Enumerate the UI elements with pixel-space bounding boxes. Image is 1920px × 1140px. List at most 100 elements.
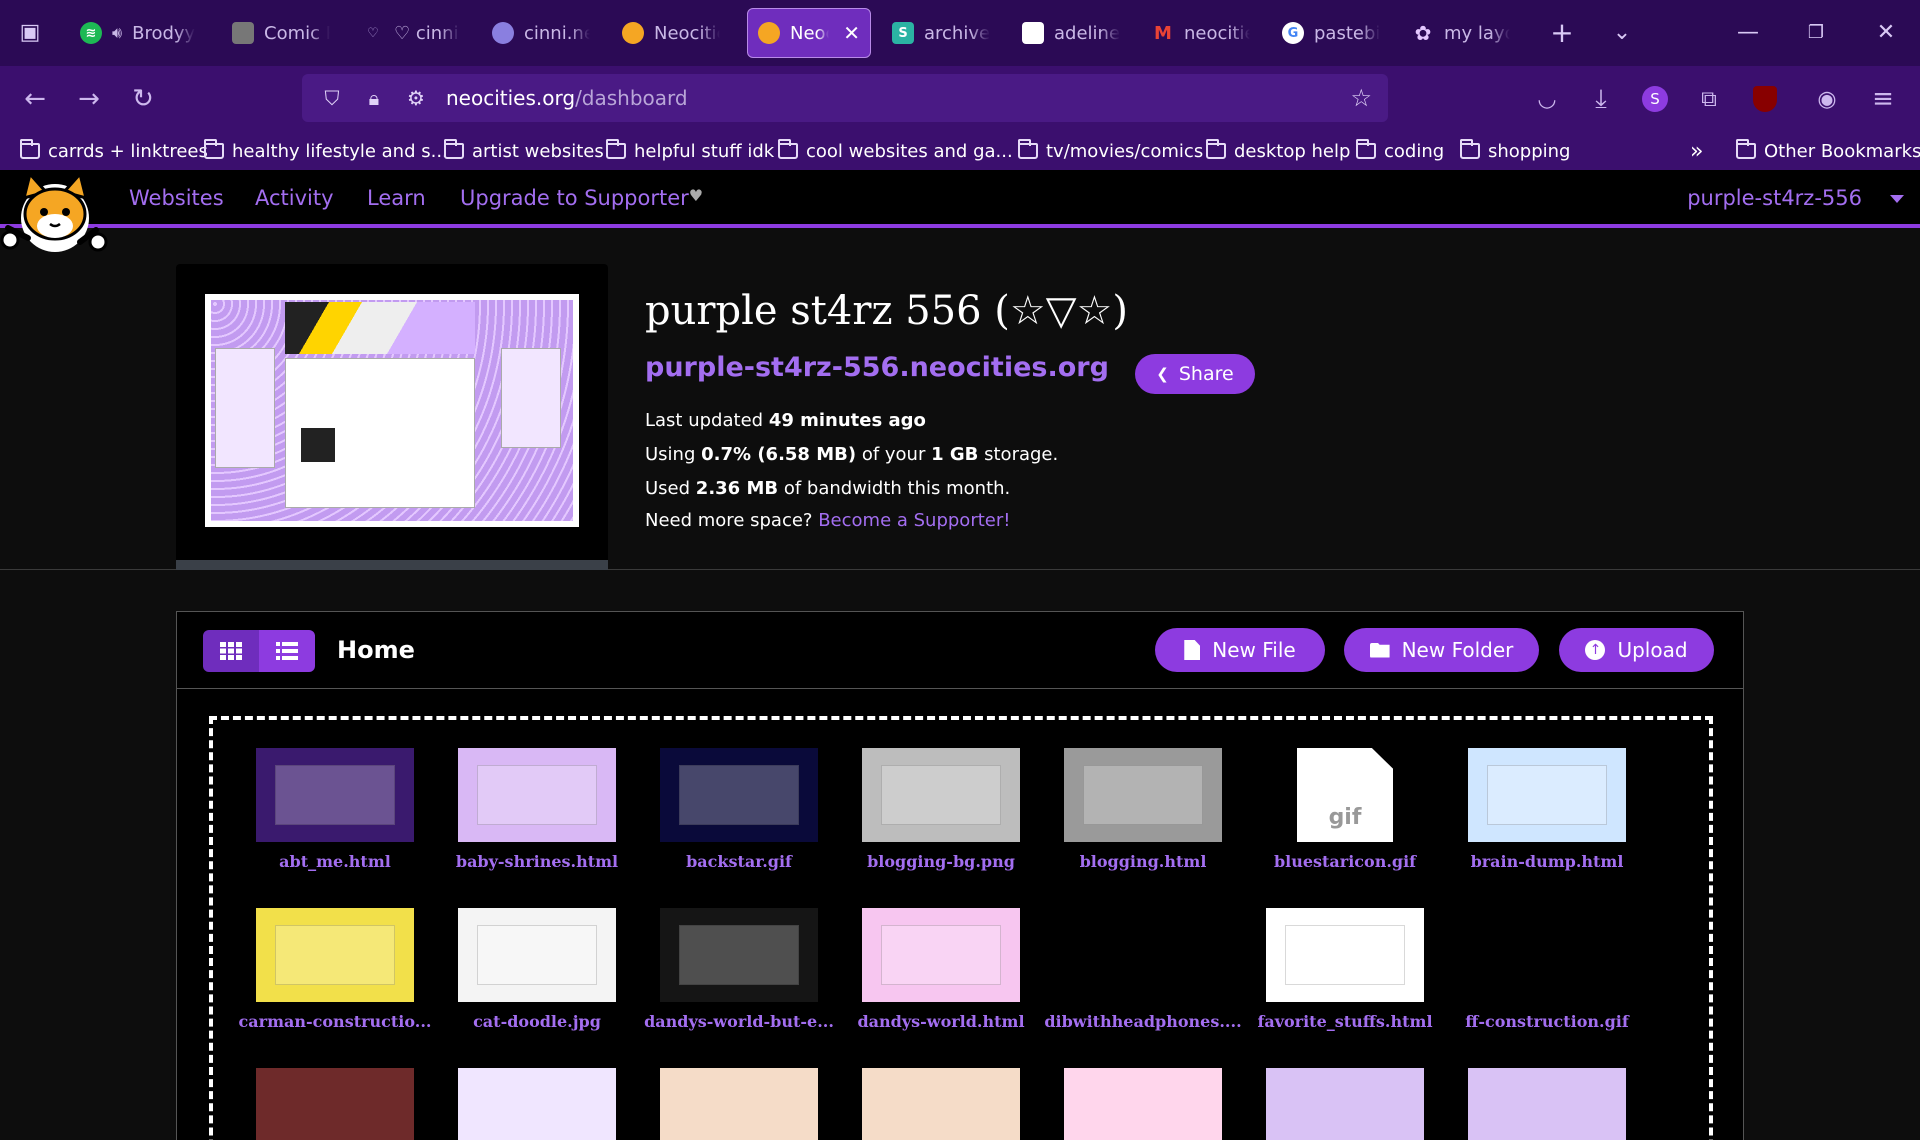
menu-icon[interactable]: ≡ — [1864, 80, 1902, 118]
file-item[interactable]: dandys-world.html — [841, 908, 1041, 1031]
extensions-icon[interactable]: ⧉ — [1690, 80, 1728, 118]
eye-extension-icon[interactable]: ◉ — [1808, 80, 1846, 118]
file-item[interactable]: backstar.gif — [639, 748, 839, 871]
file-item[interactable]: cat-doodle.jpg — [437, 908, 637, 1031]
file-item[interactable] — [1043, 1068, 1243, 1140]
reload-icon[interactable]: ↻ — [124, 80, 162, 118]
other-bookmarks[interactable]: Other Bookmarks — [1736, 137, 1920, 165]
tab-adeline[interactable]: adeline.r — [1012, 8, 1130, 58]
tab-cinninet[interactable]: cinni.net — [482, 8, 600, 58]
list-view-icon[interactable] — [259, 630, 315, 672]
share-button[interactable]: ❮ Share — [1135, 354, 1255, 394]
file-item[interactable]: favorite_stuffs.html — [1245, 908, 1445, 1031]
nav-websites[interactable]: Websites — [129, 186, 224, 210]
file-item[interactable] — [841, 1068, 1041, 1140]
address-bar[interactable]: ⛉ 🔒︎ ⚙ neocities.org/dashboard ☆ — [302, 74, 1388, 122]
file-item[interactable] — [1245, 1068, 1445, 1140]
shield-icon[interactable]: ⛉ — [320, 86, 344, 110]
bookmark-folder[interactable]: helpful stuff idk — [606, 137, 774, 165]
profile-avatar[interactable]: S — [1636, 80, 1674, 118]
upload-button[interactable]: ↑ Upload — [1559, 628, 1714, 672]
file-name[interactable]: brain-dump.html — [1447, 852, 1647, 871]
file-item[interactable] — [1447, 1068, 1647, 1140]
bookmark-folder[interactable]: coding — [1356, 137, 1444, 165]
file-item[interactable]: gif bluestaricon.gif — [1245, 748, 1445, 871]
back-icon[interactable]: ← — [16, 80, 54, 118]
file-item[interactable] — [639, 1068, 839, 1140]
restore-icon[interactable]: ❐ — [1798, 14, 1834, 50]
tab-archived[interactable]: S archived — [882, 8, 1000, 58]
file-name[interactable]: baby-shrines.html — [437, 852, 637, 871]
file-item[interactable] — [235, 1068, 435, 1140]
bookmark-folder[interactable]: carrds + linktrees — [20, 137, 208, 165]
new-folder-button[interactable]: New Folder — [1344, 628, 1539, 672]
tab-comic[interactable]: Comic Reader — [222, 8, 340, 58]
tab-my-layout[interactable]: ✿ my layou — [1402, 8, 1520, 58]
bookmarks-overflow-icon[interactable]: » — [1690, 137, 1703, 165]
tab-title: adeline.r — [1054, 22, 1120, 44]
bookmark-folder[interactable]: healthy lifestyle and s... — [204, 137, 448, 165]
file-name[interactable]: dandys-world-but-e... — [639, 1012, 839, 1031]
tab-overview-icon[interactable]: ▣ — [12, 14, 48, 50]
forward-icon[interactable]: → — [70, 80, 108, 118]
site-screenshot-frame[interactable] — [176, 264, 608, 570]
neocities-cat-logo[interactable] — [0, 168, 110, 258]
lock-icon[interactable]: 🔒︎ — [362, 86, 386, 110]
nav-activity[interactable]: Activity — [255, 186, 334, 210]
ublock-icon[interactable] — [1746, 80, 1784, 118]
pocket-icon[interactable]: ◡ — [1528, 80, 1566, 118]
file-item[interactable] — [437, 1068, 637, 1140]
new-tab-icon[interactable]: + — [1544, 14, 1580, 50]
file-name[interactable]: cat-doodle.jpg — [437, 1012, 637, 1031]
site-settings-icon[interactable]: ⚙ — [404, 86, 428, 110]
minimize-icon[interactable]: — — [1730, 14, 1766, 50]
bookmark-folder[interactable]: desktop help — [1206, 137, 1350, 165]
file-item[interactable]: dandys-world-but-e... — [639, 908, 839, 1031]
url-text[interactable]: neocities.org/dashboard — [446, 86, 688, 110]
file-item[interactable]: ff-construction.gif — [1447, 908, 1647, 1031]
bookmark-folder[interactable]: artist websites — [444, 137, 604, 165]
file-name[interactable]: dibwithheadphones.... — [1043, 1012, 1243, 1031]
grid-view-icon[interactable] — [203, 630, 259, 672]
site-url-link[interactable]: purple-st4rz-556.neocities.org — [645, 352, 1109, 383]
bookmark-folder[interactable]: tv/movies/comics — [1018, 137, 1203, 165]
chevron-down-icon[interactable]: ⌄ — [1604, 14, 1640, 50]
file-dropzone[interactable]: abt_me.html baby-shrines.html backstar.gif… — [209, 716, 1713, 1140]
file-item[interactable]: baby-shrines.html — [437, 748, 637, 871]
file-name[interactable]: blogging-bg.png — [841, 852, 1041, 871]
file-name[interactable]: dandys-world.html — [841, 1012, 1041, 1031]
bookmark-label: cool websites and ga... — [806, 140, 1013, 162]
window-close-icon[interactable]: ✕ — [1868, 14, 1904, 50]
bookmark-folder[interactable]: shopping — [1460, 137, 1571, 165]
file-item[interactable]: dibwithheadphones.... — [1043, 908, 1243, 1031]
nav-learn[interactable]: Learn — [367, 186, 426, 210]
file-item[interactable]: blogging-bg.png — [841, 748, 1041, 871]
tab-spotify[interactable]: ≋ 🔊︎ Brodyy — [70, 8, 210, 58]
need-space: Need more space? Become a Supporter! — [645, 510, 1010, 531]
tab-gmail[interactable]: M neocities — [1142, 8, 1260, 58]
become-supporter-link[interactable]: Become a Supporter! — [818, 510, 1010, 531]
nav-upgrade[interactable]: Upgrade to Supporter♥ — [460, 186, 703, 210]
file-name[interactable]: carman-constructio... — [235, 1012, 435, 1031]
file-name[interactable]: abt_me.html — [235, 852, 435, 871]
username-menu[interactable]: purple-st4rz-556 — [1687, 186, 1862, 210]
bookmark-folder[interactable]: cool websites and ga... — [778, 137, 1013, 165]
file-name[interactable]: ff-construction.gif — [1447, 1012, 1647, 1031]
tab-pastebin[interactable]: G pastebin — [1272, 8, 1390, 58]
tab-neocities-active[interactable]: Neoci ✕ — [747, 8, 871, 58]
tab-cinni[interactable]: ♡ ♡ cinni's — [352, 8, 470, 58]
file-name[interactable]: bluestaricon.gif — [1245, 852, 1445, 871]
file-item[interactable]: brain-dump.html — [1447, 748, 1647, 871]
file-name[interactable]: backstar.gif — [639, 852, 839, 871]
close-icon[interactable]: ✕ — [843, 21, 860, 45]
file-name[interactable]: blogging.html — [1043, 852, 1243, 871]
file-item[interactable]: carman-constructio... — [235, 908, 435, 1031]
download-icon[interactable]: ⤓ — [1582, 80, 1620, 118]
file-item[interactable]: abt_me.html — [235, 748, 435, 871]
bookmark-star-icon[interactable]: ☆ — [1350, 84, 1372, 112]
chevron-down-icon[interactable] — [1890, 195, 1904, 203]
file-name[interactable]: favorite_stuffs.html — [1245, 1012, 1445, 1031]
file-item[interactable]: blogging.html — [1043, 748, 1243, 871]
tab-neocities[interactable]: Neocities — [612, 8, 730, 58]
new-file-button[interactable]: New File — [1155, 628, 1325, 672]
